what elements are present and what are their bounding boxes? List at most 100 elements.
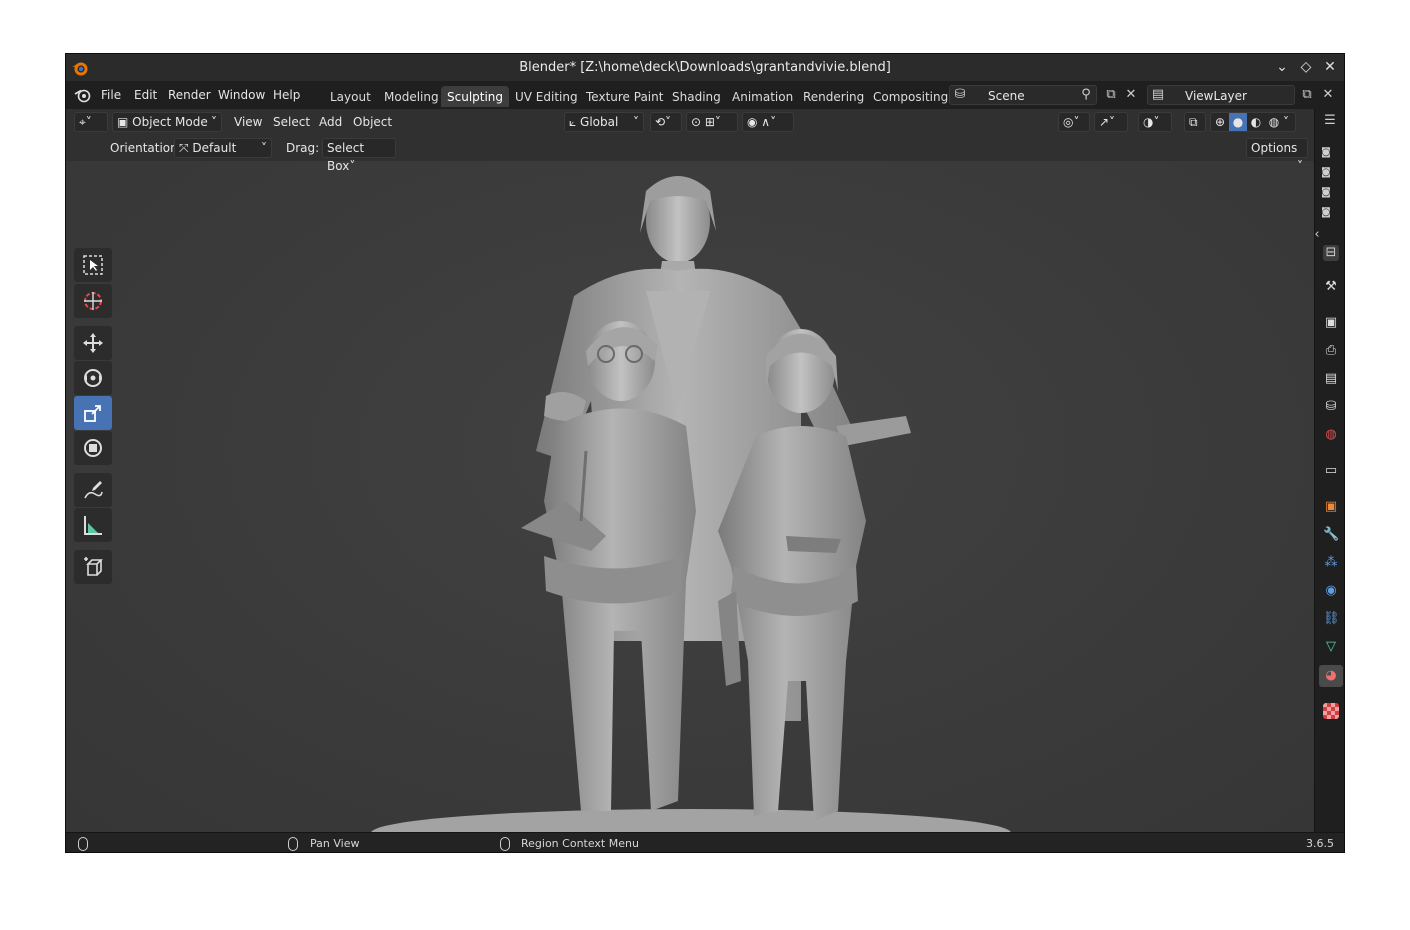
visibility-button[interactable]: ◎˅ [1058, 112, 1090, 132]
proportional-edit-icon: ◉ ∧˅ [747, 115, 777, 129]
menu-help[interactable]: Help [273, 88, 300, 102]
drag-label: Drag: [286, 141, 320, 155]
data-icon[interactable]: ▽ [1323, 639, 1339, 655]
new-scene-icon[interactable]: ⧉ [1103, 87, 1119, 103]
middle-mouse-icon [288, 837, 298, 851]
rendered-shading-icon[interactable]: ◍ [1265, 113, 1283, 131]
editor-type-button[interactable]: ⌖˅ [74, 112, 108, 132]
menu-window[interactable]: Window [218, 88, 265, 102]
orientation-default-selector[interactable]: ⤧ Default ˅ [174, 138, 272, 158]
tab-compositing[interactable]: Compositing [867, 86, 954, 107]
chevron-down-icon: ˅ [633, 115, 639, 129]
output-icon[interactable]: ⎙ [1323, 343, 1339, 359]
tool-transform[interactable] [74, 431, 112, 465]
viewport-header: ⌖˅ ▣ Object Mode ˅ View Select Add Object… [66, 109, 1314, 135]
menu-view[interactable]: View [234, 115, 262, 129]
modifier-icon[interactable]: 🔧 [1323, 527, 1339, 543]
orientation-label: Orientation: [110, 141, 182, 155]
tab-texture-paint[interactable]: Texture Paint [580, 86, 669, 107]
transform-orientation-selector[interactable]: ⟀ Global ˅ [564, 112, 644, 132]
constraints-icon[interactable]: ⛓ [1323, 611, 1340, 627]
tab-modeling[interactable]: Modeling [378, 86, 445, 107]
camera-icon[interactable]: ◙ [1318, 145, 1334, 161]
maximize-icon[interactable]: ◇ [1298, 58, 1314, 76]
delete-view-layer-icon[interactable]: ✕ [1320, 87, 1336, 103]
3d-viewport[interactable] [66, 135, 1314, 832]
options-dropdown[interactable]: Options ˅ [1246, 138, 1308, 173]
tab-shading[interactable]: Shading [666, 86, 727, 107]
menu-edit[interactable]: Edit [134, 88, 157, 102]
options-label: Options [1251, 141, 1298, 155]
menu-add[interactable]: Add [319, 115, 342, 129]
camera-icon[interactable]: ◙ [1318, 165, 1334, 181]
tool-move[interactable] [74, 326, 112, 360]
physics-icon[interactable]: ◉ [1323, 583, 1339, 599]
add-cube-icon [84, 557, 103, 576]
view-layer-icon[interactable]: ▤ [1323, 371, 1339, 387]
tool-cursor[interactable] [74, 284, 112, 318]
tool-measure[interactable] [74, 508, 112, 542]
render-icon[interactable]: ▣ [1323, 315, 1339, 331]
material-icon[interactable]: ◕ [1319, 665, 1343, 687]
chevron-down-icon: ˅ [261, 141, 267, 155]
tool-annotate[interactable] [74, 473, 112, 507]
sculpt-statue-model [371, 176, 1011, 832]
tool-icon[interactable]: ⚒ [1323, 279, 1339, 295]
object-icon[interactable]: ▣ [1323, 499, 1339, 515]
menu-render[interactable]: Render [168, 88, 211, 102]
drag-selector[interactable]: Select Box˅ [322, 138, 396, 173]
window-title: Blender* [Z:\home\deck\Downloads\grantan… [519, 60, 891, 75]
tab-animation[interactable]: Animation [726, 86, 799, 107]
pin-icon[interactable]: ⚲ [1078, 87, 1094, 103]
view-layer-icon: ▤ [1151, 87, 1165, 102]
menu-select[interactable]: Select [273, 115, 310, 129]
editor-type-icon: ⌖˅ [79, 115, 92, 129]
tab-uv-editing[interactable]: UV Editing [509, 86, 584, 107]
outliner-icon[interactable]: ☰ [1322, 113, 1338, 129]
texture-icon[interactable] [1323, 703, 1339, 719]
proportional-edit-button[interactable]: ◉ ∧˅ [742, 112, 794, 132]
shading-mode-group: ⊕ ● ◐ ◍ ˅ [1210, 112, 1296, 132]
properties-toggle-icon[interactable]: ⊟ [1323, 245, 1339, 261]
pivot-point-button[interactable]: ⟲˅ [650, 112, 682, 132]
visibility-icon: ◎˅ [1063, 115, 1080, 129]
delete-scene-icon[interactable]: ✕ [1123, 87, 1139, 103]
chevron-down-icon[interactable]: ˅ [1283, 115, 1289, 129]
wireframe-shading-icon[interactable]: ⊕ [1211, 113, 1229, 131]
world-icon[interactable]: ◍ [1323, 427, 1339, 443]
pivot-icon: ⟲˅ [655, 115, 672, 129]
blender-menu-icon[interactable] [74, 87, 92, 103]
gizmo-button[interactable]: ↗˅ [1094, 112, 1128, 132]
material-shading-icon[interactable]: ◐ [1247, 113, 1265, 131]
mode-selector[interactable]: ▣ Object Mode ˅ [112, 112, 222, 132]
scene-icon[interactable]: ⛁ [1323, 399, 1339, 415]
tab-rendering[interactable]: Rendering [797, 86, 870, 107]
overlay-button[interactable]: ◑˅ [1138, 112, 1172, 132]
tool-rotate[interactable] [74, 361, 112, 395]
collection-icon[interactable]: ▭ [1323, 463, 1339, 479]
camera-icon[interactable]: ◙ [1318, 185, 1334, 201]
solid-shading-icon[interactable]: ● [1229, 113, 1247, 131]
tool-settings-bar: Orientation: ⤧ Default ˅ Drag: Select Box… [66, 135, 1314, 173]
particles-icon[interactable]: ⁂ [1323, 555, 1339, 571]
scene-selector[interactable]: ⛁ Scene ⚲ [949, 85, 1097, 105]
tab-layout[interactable]: Layout [324, 86, 377, 107]
minimize-icon[interactable]: ⌄ [1274, 58, 1290, 76]
tab-sculpting[interactable]: Sculpting [441, 86, 510, 107]
menu-file[interactable]: File [101, 88, 121, 102]
title-bar: Blender* [Z:\home\deck\Downloads\grantan… [66, 54, 1344, 81]
tool-scale[interactable] [74, 396, 112, 430]
close-icon[interactable]: ✕ [1322, 58, 1338, 76]
menu-object[interactable]: Object [353, 115, 392, 129]
tool-add-cube[interactable] [74, 550, 112, 584]
collapse-arrow-icon[interactable]: ‹ [1309, 227, 1325, 243]
xray-button[interactable]: ⧉ [1184, 112, 1206, 132]
snap-button[interactable]: ⊙ ⊞˅ [686, 112, 738, 132]
scene-icon: ⛁ [954, 87, 966, 102]
new-view-layer-icon[interactable]: ⧉ [1299, 87, 1315, 103]
view-layer-selector[interactable]: ▤ ViewLayer [1147, 85, 1295, 105]
camera-icon[interactable]: ◙ [1318, 205, 1334, 221]
tool-select-box[interactable] [74, 248, 112, 282]
blender-logo-icon [72, 62, 88, 76]
chevron-down-icon: ˅ [349, 159, 356, 173]
